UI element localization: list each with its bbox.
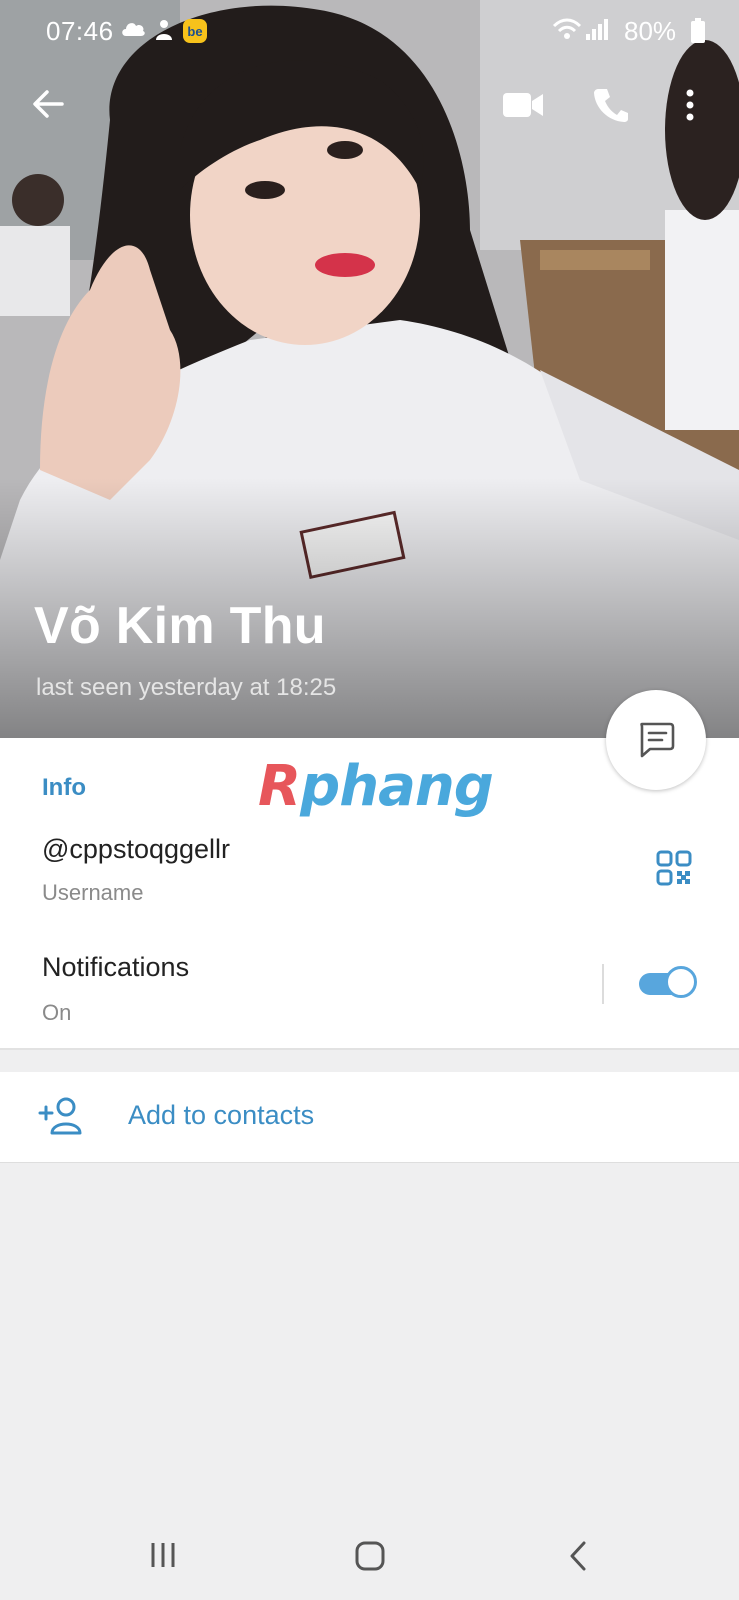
status-bar: 07:46 be 80% [0,10,739,50]
message-button[interactable] [606,690,706,790]
username-value[interactable]: @cppstoqggellr [42,834,230,865]
battery-icon [691,18,705,43]
recent-apps-icon[interactable] [148,1540,178,1570]
add-contact-icon [38,1097,82,1135]
status-time: 07:46 [46,16,114,46]
add-to-contacts-row[interactable]: Add to contacts [0,1072,739,1162]
section-divider [0,1048,739,1050]
toggle-knob [665,966,697,998]
username-label: Username [42,880,144,905]
video-call-icon[interactable] [502,90,544,120]
back-nav-icon[interactable] [566,1540,590,1572]
home-icon[interactable] [354,1540,386,1572]
watermark-part2: phang [300,754,494,819]
notifications-title[interactable]: Notifications [42,952,189,983]
info-section-title: Info [42,774,86,801]
last-seen-status: last seen yesterday at 18:25 [36,674,337,701]
app-notification-icon [156,20,172,40]
watermark-part1: R [258,754,301,819]
be-app-icon: be [183,19,207,43]
wifi-icon [552,18,582,39]
vertical-divider [602,964,604,1004]
notifications-toggle[interactable] [639,966,701,1002]
svg-text:be: be [187,24,202,39]
profile-name: Võ Kim Thu [34,597,326,655]
phone-call-icon[interactable] [592,86,630,124]
more-vert-icon[interactable] [684,88,696,124]
watermark: Rphang [258,754,494,819]
message-icon [640,722,675,758]
notifications-value: On [42,1000,72,1025]
cloud-icon [122,23,145,36]
signal-icon [586,19,608,40]
back-arrow-icon[interactable] [30,86,66,122]
battery-percent: 80% [624,16,677,46]
qr-code-icon[interactable] [656,850,692,886]
info-card: Info Rphang @cppstoqggellr Username Noti… [0,738,739,1048]
add-to-contacts-label: Add to contacts [128,1100,315,1130]
profile-photo-header[interactable]: 07:46 be 80% Võ Kim Thu last seen yester… [0,0,739,738]
